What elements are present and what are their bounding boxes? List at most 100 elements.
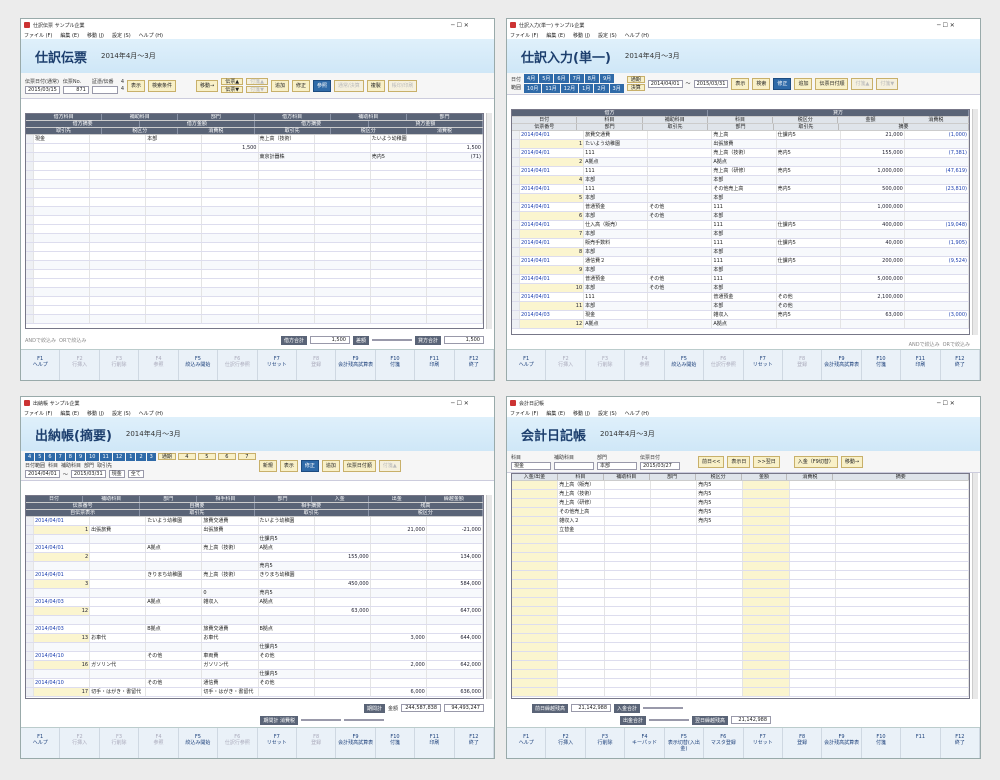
table-row[interactable]: [512, 661, 969, 670]
table-cell[interactable]: 売上高（技術）: [712, 149, 777, 157]
table-cell[interactable]: -21,000: [427, 526, 483, 534]
prev-day-button[interactable]: 前日<<: [698, 455, 725, 468]
fkey-f12[interactable]: F12 終了: [455, 728, 494, 758]
table-row[interactable]: [26, 189, 483, 198]
table-cell[interactable]: [371, 144, 427, 152]
table-cell[interactable]: [743, 526, 790, 534]
table-cell[interactable]: 本部: [712, 266, 777, 274]
table-cell[interactable]: [777, 284, 841, 292]
row-handle[interactable]: [512, 167, 520, 175]
menu-help[interactable]: ヘルプ (H): [139, 32, 163, 39]
table-cell[interactable]: [836, 481, 969, 489]
table-cell[interactable]: (19,048): [905, 221, 969, 229]
table-cell[interactable]: 本部: [584, 176, 649, 184]
table-cell[interactable]: 普通預金: [584, 275, 649, 283]
table-cell[interactable]: 売上高（研修）: [558, 499, 605, 507]
table-cell[interactable]: [743, 688, 790, 696]
row-handle[interactable]: [26, 207, 34, 215]
table-cell[interactable]: 111: [584, 149, 649, 157]
table-row[interactable]: [26, 171, 483, 180]
table-cell[interactable]: [146, 670, 203, 678]
date-order-button[interactable]: 伝票日付順: [815, 77, 849, 90]
menu-settings[interactable]: 設定 (S): [598, 32, 617, 39]
menu-file[interactable]: ファイル (F): [24, 32, 52, 39]
table-cell[interactable]: [605, 508, 651, 516]
table-cell[interactable]: [841, 284, 905, 292]
table-cell[interactable]: 仕課内5: [259, 643, 315, 651]
table-row[interactable]: 仕課内5: [26, 643, 483, 652]
table-cell[interactable]: [146, 270, 203, 278]
row-handle[interactable]: [512, 248, 520, 256]
table-cell[interactable]: [558, 643, 605, 651]
row-handle[interactable]: [26, 553, 34, 561]
table-cell[interactable]: [841, 194, 905, 202]
table-cell[interactable]: [905, 248, 969, 256]
table-cell[interactable]: [259, 688, 315, 696]
month-tab[interactable]: 8月: [584, 74, 599, 83]
table-row[interactable]: 2014/04/01 111 売上高（技術） 売内5 155,000 (7,381): [512, 149, 969, 158]
table-cell[interactable]: [790, 652, 837, 660]
table-cell[interactable]: [34, 234, 91, 242]
row-handle[interactable]: [512, 302, 520, 310]
table-cell[interactable]: [648, 239, 713, 247]
table-cell[interactable]: [259, 607, 315, 615]
table-cell[interactable]: [371, 198, 427, 206]
table-cell[interactable]: [34, 279, 91, 287]
table-cell[interactable]: [259, 216, 315, 224]
row-handle[interactable]: [26, 535, 34, 543]
table-cell[interactable]: [90, 679, 147, 687]
table-cell[interactable]: [202, 580, 259, 588]
table-cell[interactable]: [146, 553, 203, 561]
table-cell[interactable]: 2,100,000: [841, 293, 905, 301]
table-cell[interactable]: (7,381): [905, 149, 969, 157]
row-handle[interactable]: [26, 634, 34, 642]
table-cell[interactable]: [512, 535, 559, 543]
table-cell[interactable]: [841, 248, 905, 256]
table-row[interactable]: [512, 616, 969, 625]
table-cell[interactable]: [259, 162, 315, 170]
row-handle[interactable]: [512, 221, 520, 229]
table-cell[interactable]: [836, 652, 969, 660]
table-cell[interactable]: [315, 625, 371, 633]
row-handle[interactable]: [512, 149, 520, 157]
table-cell[interactable]: [371, 315, 427, 323]
table-cell[interactable]: [315, 688, 371, 696]
row-handle[interactable]: [26, 225, 34, 233]
table-cell[interactable]: [202, 261, 259, 269]
table-cell[interactable]: [790, 634, 837, 642]
table-cell[interactable]: 2014/04/01: [520, 167, 585, 175]
month-tab[interactable]: 9月: [599, 74, 615, 83]
table-cell[interactable]: [790, 481, 837, 489]
show-day-button[interactable]: 表示日: [727, 455, 751, 468]
table-cell[interactable]: [146, 297, 203, 305]
table-cell[interactable]: [259, 634, 315, 642]
table-cell[interactable]: [790, 688, 837, 696]
table-cell[interactable]: [259, 198, 315, 206]
table-cell[interactable]: [512, 481, 559, 489]
table-cell[interactable]: 仕課内5: [777, 257, 841, 265]
table-cell[interactable]: [790, 508, 837, 516]
table-cell[interactable]: [743, 481, 790, 489]
fkey-f6[interactable]: F6 仕訳行参照: [704, 350, 744, 380]
table-cell[interactable]: 2014/04/01: [520, 203, 585, 211]
table-cell[interactable]: [34, 153, 91, 161]
row-handle[interactable]: [512, 131, 520, 139]
table-cell[interactable]: 500,000: [841, 185, 905, 193]
table-cell[interactable]: [315, 670, 371, 678]
search-button[interactable]: 検索: [752, 77, 771, 90]
table-cell[interactable]: 本部: [712, 230, 777, 238]
table-cell[interactable]: 2014/04/03: [34, 598, 91, 606]
table-cell[interactable]: [90, 198, 147, 206]
table-cell[interactable]: [558, 580, 605, 588]
or-filter[interactable]: ORで絞込み: [943, 341, 970, 348]
table-cell[interactable]: 2014/04/01: [520, 257, 585, 265]
table-cell[interactable]: [34, 670, 91, 678]
table-cell[interactable]: [90, 306, 147, 314]
table-cell[interactable]: (1,000): [905, 131, 969, 139]
table-cell[interactable]: [743, 652, 790, 660]
table-cell[interactable]: [558, 688, 605, 696]
row-handle[interactable]: [512, 320, 520, 328]
menu-edit[interactable]: 編集 (E): [546, 410, 565, 417]
table-cell[interactable]: 本部: [712, 194, 777, 202]
table-cell[interactable]: [90, 580, 147, 588]
